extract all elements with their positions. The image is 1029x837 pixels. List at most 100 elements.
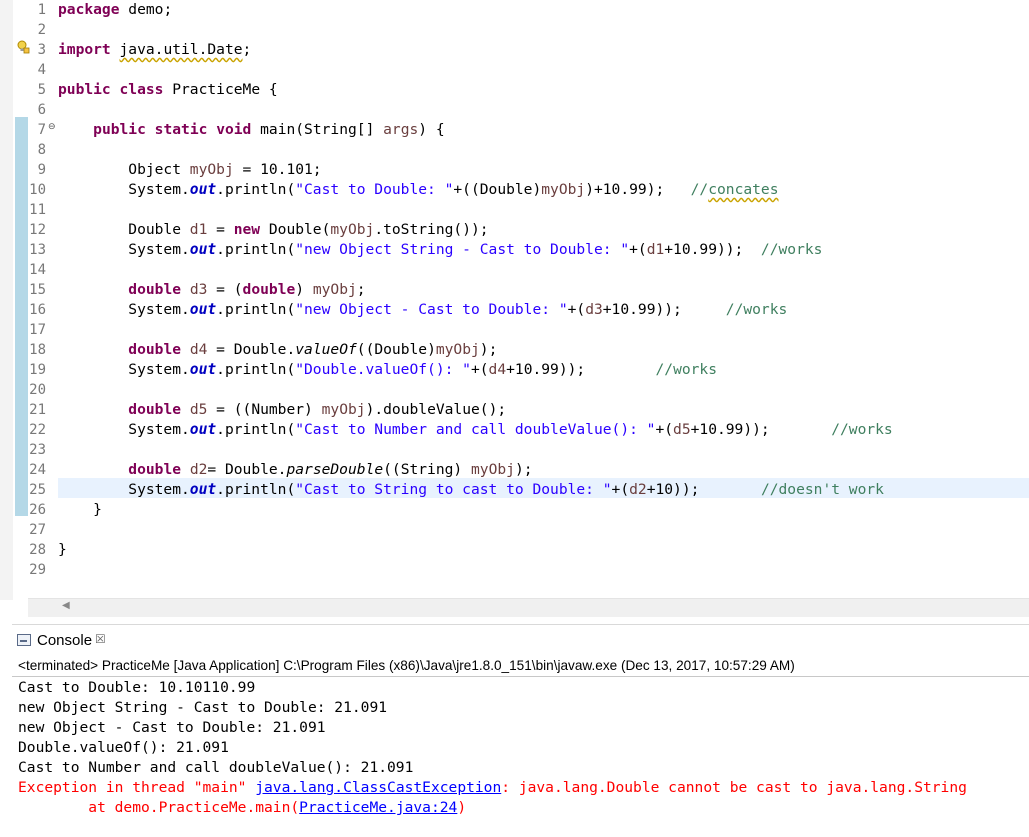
code-token: args: [383, 121, 419, 138]
code-token: System.: [58, 241, 190, 258]
code-token: System.: [58, 301, 190, 318]
line-number: 20: [29, 382, 46, 398]
code-token: +10.99));: [690, 421, 832, 438]
console-link[interactable]: java.lang.ClassCastException: [255, 779, 501, 796]
code-line[interactable]: }: [58, 540, 67, 560]
code-token: out: [189, 181, 217, 198]
code-token: out: [189, 361, 217, 378]
line-number: 17: [29, 322, 46, 338]
code-token: double: [128, 281, 182, 298]
code-token: .println(: [216, 181, 296, 198]
console-text: at demo.PracticeMe.main(: [18, 799, 300, 816]
code-token: System.: [58, 421, 190, 438]
code-token: "Double.valueOf(): ": [295, 361, 471, 378]
code-token: myObj: [541, 181, 586, 198]
code-line[interactable]: System.out.println("Cast to String to ca…: [58, 480, 884, 500]
code-token: "new Object String - Cast to Double: ": [295, 241, 630, 258]
code-line[interactable]: }: [58, 500, 102, 520]
code-token: //works: [725, 301, 788, 318]
console-icon: [17, 634, 31, 646]
code-line[interactable]: double d3 = (double) myObj;: [58, 280, 365, 300]
code-token: );: [514, 461, 533, 478]
code-token: .println(: [216, 421, 296, 438]
code-line[interactable]: import java.util.Date;: [58, 40, 251, 60]
code-line[interactable]: System.out.println("Double.valueOf(): "+…: [58, 360, 717, 380]
code-line[interactable]: Double d1 = new Double(myObj.toString())…: [58, 220, 488, 240]
code-token: d2: [629, 481, 647, 498]
line-number: 18: [29, 342, 46, 358]
code-token: public: [58, 81, 111, 98]
code-line[interactable]: package demo;: [58, 0, 172, 20]
code-token: parseDouble: [286, 461, 384, 478]
code-token: = (: [207, 281, 243, 298]
code-token: }: [58, 501, 102, 518]
line-number: 10: [29, 182, 46, 198]
scroll-left-arrow-icon[interactable]: ◀: [62, 600, 70, 611]
console-text: Cast to Double: 10.10110.99: [18, 679, 256, 696]
line-number: 24: [29, 462, 46, 478]
code-token: +((Double): [453, 181, 542, 198]
code-line[interactable]: System.out.println("new Object String - …: [58, 240, 822, 260]
code-token: +(: [629, 241, 647, 258]
code-line[interactable]: double d2= Double.parseDouble((String) m…: [58, 460, 533, 480]
code-token: //doesn't work: [760, 481, 884, 498]
code-token: = Double.: [207, 461, 287, 478]
code-token: myObj: [471, 461, 515, 478]
line-number: 27: [29, 522, 46, 538]
close-icon[interactable]: ☒: [95, 632, 106, 646]
line-number: 29: [29, 562, 46, 578]
line-number: 25: [29, 482, 46, 498]
code-token: "new Object - Cast to Double: ": [295, 301, 568, 318]
console-text: new Object String - Cast to Double: 21.0…: [18, 699, 388, 716]
console-link[interactable]: PracticeMe.java:24: [299, 799, 457, 816]
line-number: 4: [37, 62, 46, 78]
line-number: 2: [37, 22, 46, 38]
code-token: out: [189, 421, 217, 438]
code-token: import: [58, 41, 111, 58]
code-token: = 10.101;: [233, 161, 322, 178]
line-number: 9: [37, 162, 46, 178]
code-token: = ((Number): [207, 401, 322, 418]
code-token: double: [128, 341, 182, 358]
code-line[interactable]: System.out.println("Cast to Number and c…: [58, 420, 893, 440]
code-line[interactable]: double d4 = Double.valueOf((Double)myObj…: [58, 340, 497, 360]
code-token: main(String[]: [251, 121, 384, 138]
code-token: Object: [58, 161, 190, 178]
console-tab-bar: Console ☒: [12, 624, 1029, 657]
code-line[interactable]: public class PracticeMe {: [58, 80, 278, 100]
code-line[interactable]: double d5 = ((Number) myObj).doubleValue…: [58, 400, 506, 420]
line-number: 16: [29, 302, 46, 318]
code-token: out: [189, 481, 217, 498]
code-editor[interactable]: ⊖ 1 package demo; 2 3 import java.util.Date;…: [0, 0, 1029, 619]
divider: [12, 676, 1029, 677]
code-token: PracticeMe {: [163, 81, 278, 98]
code-token: ((String): [383, 461, 471, 478]
code-token: }: [58, 541, 67, 558]
code-line[interactable]: System.out.println("Cast to Double: "+((…: [58, 180, 778, 200]
tab-console[interactable]: Console: [37, 632, 92, 649]
code-token: //: [690, 181, 709, 198]
line-number: 14: [29, 262, 46, 278]
code-line[interactable]: Object myObj = 10.101;: [58, 160, 322, 180]
console-line: Cast to Double: 10.10110.99: [18, 678, 255, 698]
code-token: .println(: [216, 241, 296, 258]
code-token: System.: [58, 181, 190, 198]
console-text: Cast to Number and call doubleValue(): 2…: [18, 759, 414, 776]
code-line[interactable]: System.out.println("new Object - Cast to…: [58, 300, 787, 320]
line-number: 22: [29, 422, 46, 438]
code-token: static: [154, 121, 208, 138]
code-token: double: [128, 401, 182, 418]
code-line[interactable]: public static void main(String[] args) {: [58, 120, 445, 140]
line-number: 26: [29, 502, 46, 518]
fold-collapse-icon[interactable]: ⊖: [48, 123, 56, 132]
code-token: //works: [831, 421, 893, 438]
line-number: 28: [29, 542, 46, 558]
horizontal-scrollbar[interactable]: ◀: [28, 598, 1029, 617]
